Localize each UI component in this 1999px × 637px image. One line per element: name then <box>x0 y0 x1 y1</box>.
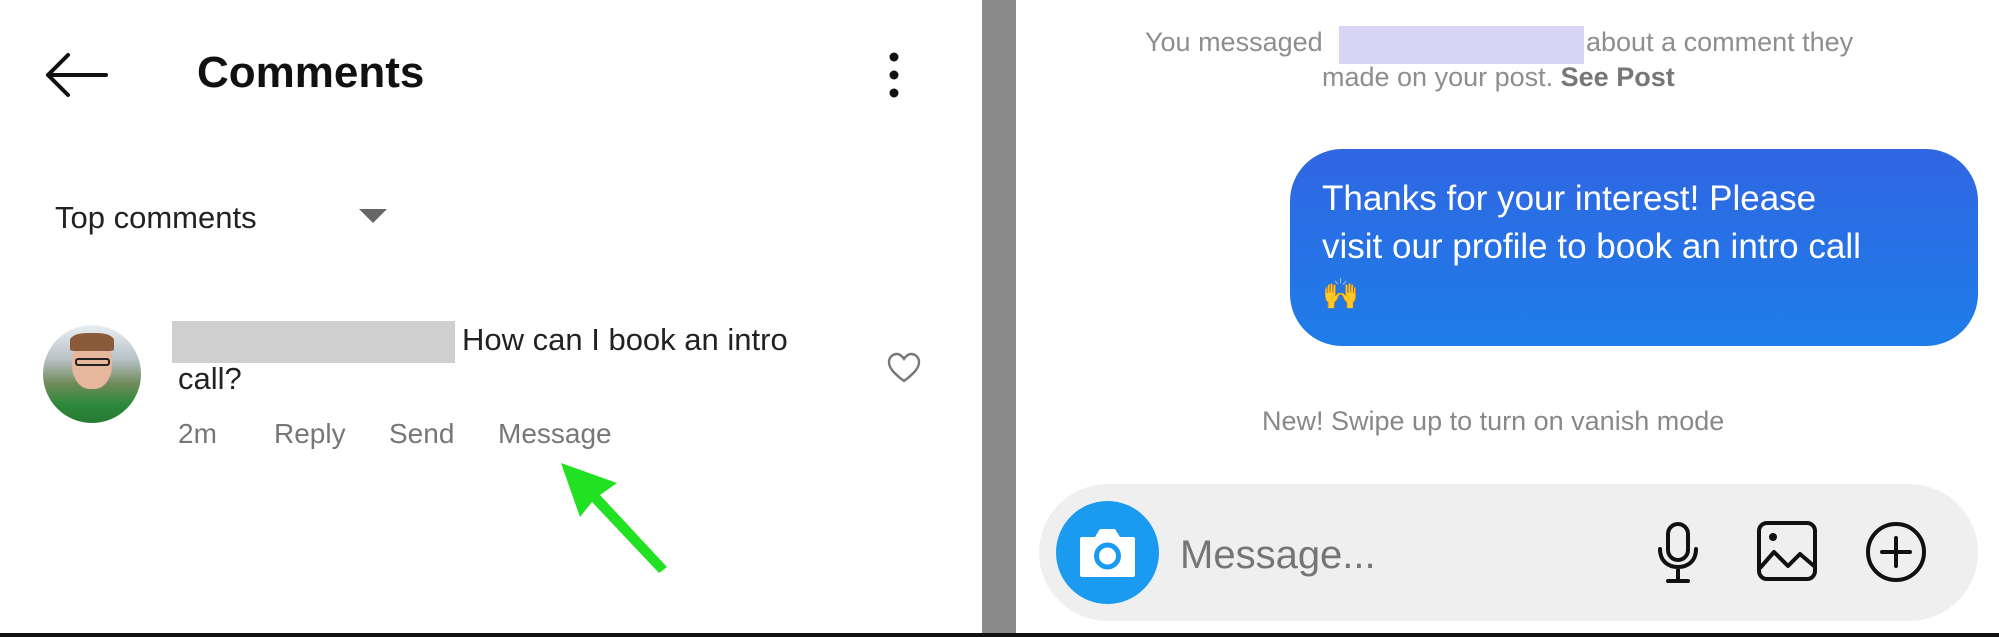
sent-message-bubble: Thanks for your interest! Please visit o… <box>1290 149 1978 346</box>
reply-button[interactable]: Reply <box>274 418 346 450</box>
message-line: visit our profile to book an intro call <box>1322 227 1861 266</box>
comment-text-continued: call? <box>178 361 242 396</box>
system-text-line2: made on your post. See Post <box>1322 62 1675 93</box>
comment-text: How can I book an intro <box>462 322 788 357</box>
vanish-mode-hint: New! Swipe up to turn on vanish mode <box>1262 406 1725 436</box>
system-text-before: You messaged <box>1145 27 1323 57</box>
avatar[interactable] <box>43 325 141 423</box>
gallery-icon[interactable] <box>1756 520 1818 582</box>
comment-time: 2m <box>178 418 217 449</box>
camera-button[interactable] <box>1056 501 1159 604</box>
see-post-link[interactable]: See Post <box>1561 62 1675 92</box>
panel-divider <box>982 0 1016 637</box>
sort-label: Top comments <box>55 200 257 235</box>
microphone-icon[interactable] <box>1656 521 1700 585</box>
add-circle-icon[interactable] <box>1864 520 1928 584</box>
system-text-after: about a comment they <box>1586 27 1854 57</box>
page-title: Comments <box>197 48 425 97</box>
redacted-username <box>172 321 455 363</box>
heart-icon[interactable] <box>887 352 921 384</box>
back-arrow-icon[interactable] <box>44 52 110 98</box>
send-button[interactable]: Send <box>389 418 454 450</box>
annotation-arrow-icon <box>561 463 667 573</box>
chevron-down-icon[interactable] <box>359 209 387 225</box>
bottom-border <box>0 633 1999 637</box>
raised-hands-emoji: 🙌 <box>1322 278 1360 311</box>
system-text: made on your post. <box>1322 62 1554 92</box>
message-input[interactable] <box>1180 530 1600 580</box>
camera-icon <box>1080 529 1135 577</box>
redacted-username <box>1339 26 1584 64</box>
more-vertical-icon[interactable] <box>884 50 904 100</box>
message-button[interactable]: Message <box>498 418 612 450</box>
message-line: Thanks for your interest! Please <box>1322 179 1817 218</box>
sort-dropdown[interactable]: Top comments <box>55 200 257 236</box>
comments-panel: Comments Top comments How can I book an … <box>0 0 982 634</box>
